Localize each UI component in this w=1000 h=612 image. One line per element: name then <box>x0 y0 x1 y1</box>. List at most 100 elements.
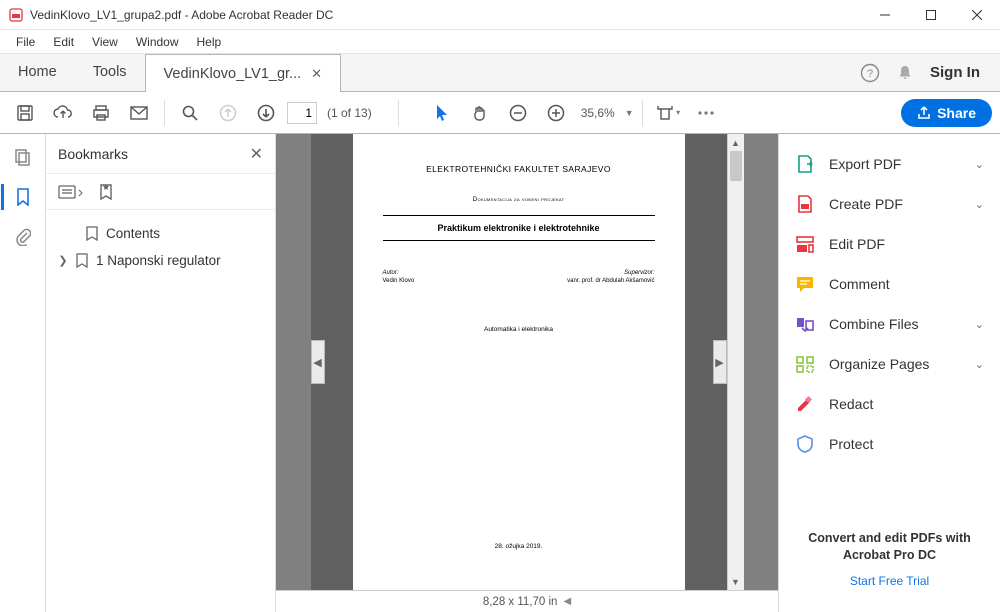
vertical-scrollbar[interactable]: ▲ ▼ <box>727 134 744 590</box>
doc-author-label: Autor: <box>383 269 415 277</box>
bookmark-add-icon[interactable] <box>98 183 114 201</box>
doc-title: Praktikum elektronike i elektrotehnike <box>383 218 655 238</box>
menu-edit[interactable]: Edit <box>45 33 82 51</box>
organize-pages-icon <box>795 354 815 374</box>
document-canvas[interactable]: ◀ ELEKTROTEHNIČKI FAKULTET SARAJEVO Doku… <box>276 134 778 590</box>
minimize-button[interactable] <box>862 0 908 30</box>
next-page-paginator[interactable]: ▶ <box>713 340 727 384</box>
help-icon[interactable]: ? <box>860 63 880 83</box>
tool-label: Comment <box>829 276 890 292</box>
tool-protect[interactable]: Protect <box>779 424 1000 464</box>
bookmark-entry-icon <box>76 253 88 268</box>
doc-authors: Autor: Vedin Klovo Supervizor: vanr. pro… <box>383 269 655 286</box>
tab-home-label: Home <box>18 64 57 80</box>
email-icon[interactable] <box>122 96 156 130</box>
doc-rule <box>383 215 655 216</box>
close-button[interactable] <box>954 0 1000 30</box>
document-wrapper: ◀ ELEKTROTEHNIČKI FAKULTET SARAJEVO Doku… <box>276 134 778 612</box>
tool-label: Organize Pages <box>829 356 929 372</box>
pdf-page: ELEKTROTEHNIČKI FAKULTET SARAJEVO Dokume… <box>353 134 685 590</box>
doc-university: ELEKTROTEHNIČKI FAKULTET SARAJEVO <box>383 164 655 174</box>
tool-label: Edit PDF <box>829 236 885 252</box>
toolbar-separator <box>164 100 165 126</box>
tabbar: Home Tools VedinKlovo_LV1_gr... ✕ ? Sign… <box>0 54 1000 92</box>
doc-author-name: Vedin Klovo <box>383 277 415 285</box>
prev-page-paginator[interactable]: ◀ <box>311 340 325 384</box>
fit-width-icon[interactable]: ▾ <box>651 96 685 130</box>
tool-create-pdf[interactable]: Create PDF ⌄ <box>779 184 1000 224</box>
tool-edit-pdf[interactable]: Edit PDF <box>779 224 1000 264</box>
save-icon[interactable] <box>8 96 42 130</box>
hscroll-left-icon[interactable]: ◀ <box>563 596 571 607</box>
create-pdf-icon <box>795 194 815 214</box>
page-number-input[interactable] <box>287 102 317 124</box>
more-tools-icon[interactable] <box>689 96 723 130</box>
maximize-button[interactable] <box>908 0 954 30</box>
prev-page-icon[interactable] <box>211 96 245 130</box>
menu-view[interactable]: View <box>84 33 126 51</box>
bookmarks-panel: Bookmarks ✕ Contents ❯ 1 Naponski regula… <box>46 134 276 612</box>
menu-file[interactable]: File <box>8 33 43 51</box>
chevron-down-icon[interactable]: ⌄ <box>975 358 984 371</box>
promo-link[interactable]: Start Free Trial <box>799 574 980 588</box>
zoom-out-icon[interactable] <box>501 96 535 130</box>
scroll-thumb[interactable] <box>730 151 742 181</box>
tool-combine-files[interactable]: Combine Files ⌄ <box>779 304 1000 344</box>
bookmarks-icon[interactable] <box>16 188 30 206</box>
doc-author-col: Autor: Vedin Klovo <box>383 269 415 286</box>
tab-close-icon[interactable]: ✕ <box>311 66 322 82</box>
promo-panel: Convert and edit PDFs with Acrobat Pro D… <box>779 516 1000 602</box>
bookmark-item[interactable]: ❯ 1 Naponski regulator <box>46 247 275 274</box>
cloud-upload-icon[interactable] <box>46 96 80 130</box>
chevron-down-icon[interactable]: ⌄ <box>975 318 984 331</box>
left-rail <box>0 134 46 612</box>
expand-icon[interactable]: ❯ <box>58 254 68 267</box>
tool-label: Export PDF <box>829 156 901 172</box>
attachments-icon[interactable] <box>15 228 31 246</box>
share-button-label: Share <box>937 105 976 121</box>
scroll-up-icon[interactable]: ▲ <box>728 134 744 151</box>
tool-organize-pages[interactable]: Organize Pages ⌄ <box>779 344 1000 384</box>
tab-tools-label: Tools <box>93 64 127 80</box>
redact-icon <box>795 394 815 414</box>
tab-home[interactable]: Home <box>0 53 75 91</box>
scroll-down-icon[interactable]: ▼ <box>728 573 744 590</box>
toolbar: (1 of 13) 35,6% ▼ ▾ Share <box>0 92 1000 134</box>
tool-label: Redact <box>829 396 873 412</box>
tab-document-label: VedinKlovo_LV1_gr... <box>164 66 302 82</box>
bookmark-label: 1 Naponski regulator <box>96 253 221 268</box>
zoom-dropdown-icon[interactable]: ▼ <box>625 108 634 118</box>
sign-in-button[interactable]: Sign In <box>930 64 980 81</box>
print-icon[interactable] <box>84 96 118 130</box>
main-area: Bookmarks ✕ Contents ❯ 1 Naponski regula… <box>0 134 1000 612</box>
tab-tools[interactable]: Tools <box>75 53 145 91</box>
chevron-down-icon[interactable]: ⌄ <box>975 158 984 171</box>
zoom-in-icon[interactable] <box>539 96 573 130</box>
bookmark-entry-icon <box>86 226 98 241</box>
tool-comment[interactable]: Comment <box>779 264 1000 304</box>
share-button[interactable]: Share <box>901 99 992 127</box>
select-tool-icon[interactable] <box>425 96 459 130</box>
thumbnails-icon[interactable] <box>14 148 32 166</box>
chevron-down-icon[interactable]: ⌄ <box>975 198 984 211</box>
doc-supervisor-label: Supervizor: <box>567 269 654 277</box>
bookmarks-close-icon[interactable]: ✕ <box>250 144 263 164</box>
menu-help[interactable]: Help <box>189 33 230 51</box>
menu-window[interactable]: Window <box>128 33 187 51</box>
bookmarks-list: Contents ❯ 1 Naponski regulator <box>46 210 275 284</box>
tool-export-pdf[interactable]: Export PDF ⌄ <box>779 144 1000 184</box>
hand-tool-icon[interactable] <box>463 96 497 130</box>
window-controls <box>862 0 1000 30</box>
protect-icon <box>795 434 815 454</box>
tab-document[interactable]: VedinKlovo_LV1_gr... ✕ <box>145 54 342 92</box>
pdf-file-icon <box>8 7 24 23</box>
tool-redact[interactable]: Redact <box>779 384 1000 424</box>
bookmark-options-icon[interactable] <box>58 183 84 201</box>
search-icon[interactable] <box>173 96 207 130</box>
doc-department: Automatika i elektronika <box>383 326 655 333</box>
doc-supervisor-name: vanr. prof. dr Abdulah Akšamović <box>567 277 654 285</box>
next-page-icon[interactable] <box>249 96 283 130</box>
bookmark-item[interactable]: Contents <box>46 220 275 247</box>
bell-icon[interactable] <box>896 64 914 82</box>
window-title: VedinKlovo_LV1_grupa2.pdf - Adobe Acroba… <box>30 8 333 22</box>
